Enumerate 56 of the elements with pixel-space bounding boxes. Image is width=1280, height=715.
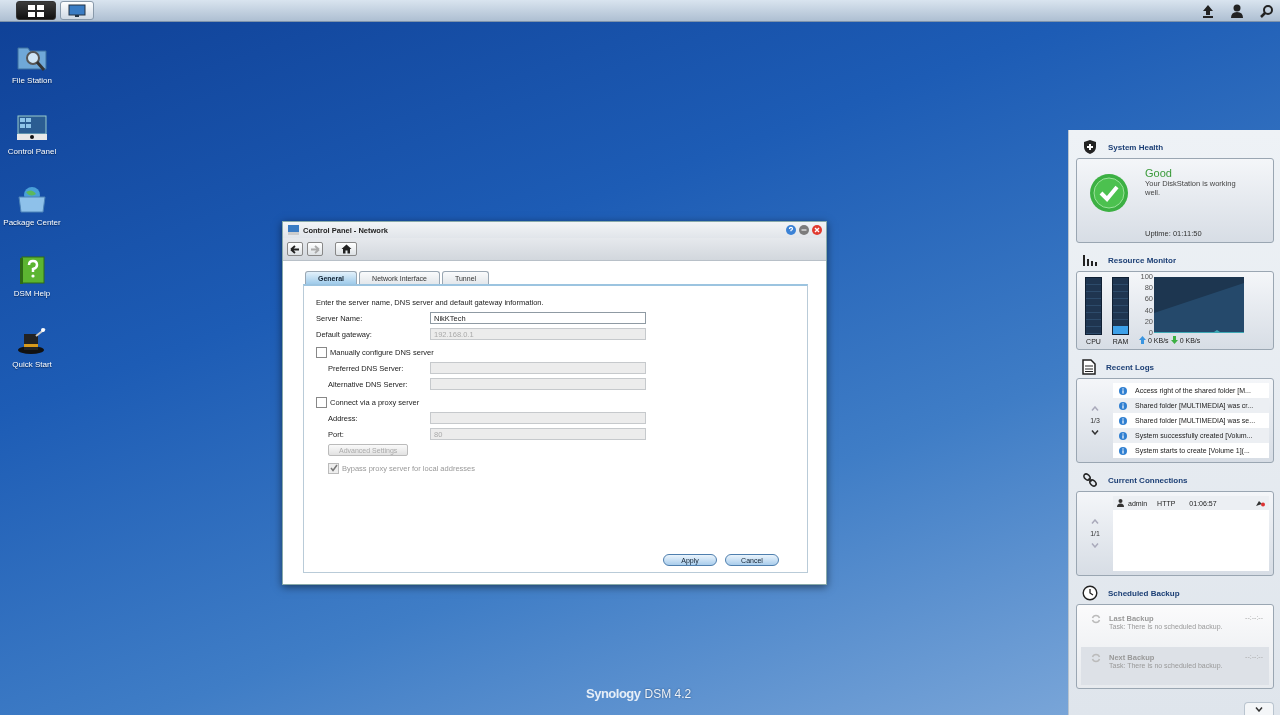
collapse-tab[interactable] [1244,702,1274,715]
control-panel-icon [16,113,48,143]
widget-title: Resource Monitor [1108,255,1176,265]
shortcut-label: Control Panel [6,147,58,157]
checkbox[interactable] [316,346,327,358]
info-icon [1119,431,1127,440]
chevron-down-icon [1255,706,1263,712]
desktop-shortcut[interactable]: Package Center [2,184,62,255]
desktop-shortcut[interactable]: Quick Start [2,326,62,397]
main-menu-button[interactable] [16,1,56,20]
grid-icon [26,3,46,18]
brand-name: Synology [586,686,641,701]
clock-icon [1082,585,1098,601]
close-icon[interactable] [812,225,822,235]
page-down-icon[interactable] [1091,430,1099,435]
shortcut-label: File Station [11,76,53,86]
magic-hat-icon [16,326,48,356]
disconnect-icon[interactable] [1255,499,1265,507]
sync-icon [1091,652,1101,663]
shortcut-label: Package Center [2,218,62,228]
widget-title: Scheduled Backup [1108,588,1180,598]
desktop-shortcut[interactable]: DSM Help [2,255,62,326]
info-icon [1119,401,1127,410]
upload-arrow-icon [1139,336,1146,344]
sync-icon [1091,614,1101,624]
document-icon [1082,359,1096,375]
shortcut-label: DSM Help [12,289,52,299]
desktop-shortcut[interactable]: Control Panel [2,113,62,184]
package-box-icon [16,184,48,214]
desktop-shortcut[interactable]: File Station [2,42,62,113]
shield-icon [1082,139,1098,155]
user-icon [1117,499,1124,507]
check-circle-icon [1089,173,1129,213]
upload-icon[interactable] [1202,3,1214,18]
search-icon[interactable] [1260,3,1274,18]
bar-chart-icon [1082,253,1098,267]
info-icon [1119,386,1127,395]
user-icon[interactable] [1230,3,1244,18]
monitor-icon [67,3,87,18]
checkbox[interactable] [316,396,327,408]
back-button[interactable] [287,242,303,256]
widget-title: Current Connections [1108,475,1188,485]
info-icon [1119,416,1127,425]
minimize-icon[interactable] [799,225,809,235]
widget-title: System Health [1108,142,1164,152]
shortcut-label: Quick Start [11,360,53,370]
download-arrow-icon [1170,336,1178,344]
show-desktop-button[interactable] [60,1,94,20]
link-icon [1082,472,1098,488]
home-button[interactable] [335,242,357,256]
widget-title: Recent Logs [1106,362,1154,372]
control-panel-icon [288,225,299,235]
brand-version: DSM 4.2 [644,687,692,701]
info-icon [1119,446,1127,455]
help-icon[interactable] [786,225,796,235]
health-status: Good [1145,167,1173,179]
